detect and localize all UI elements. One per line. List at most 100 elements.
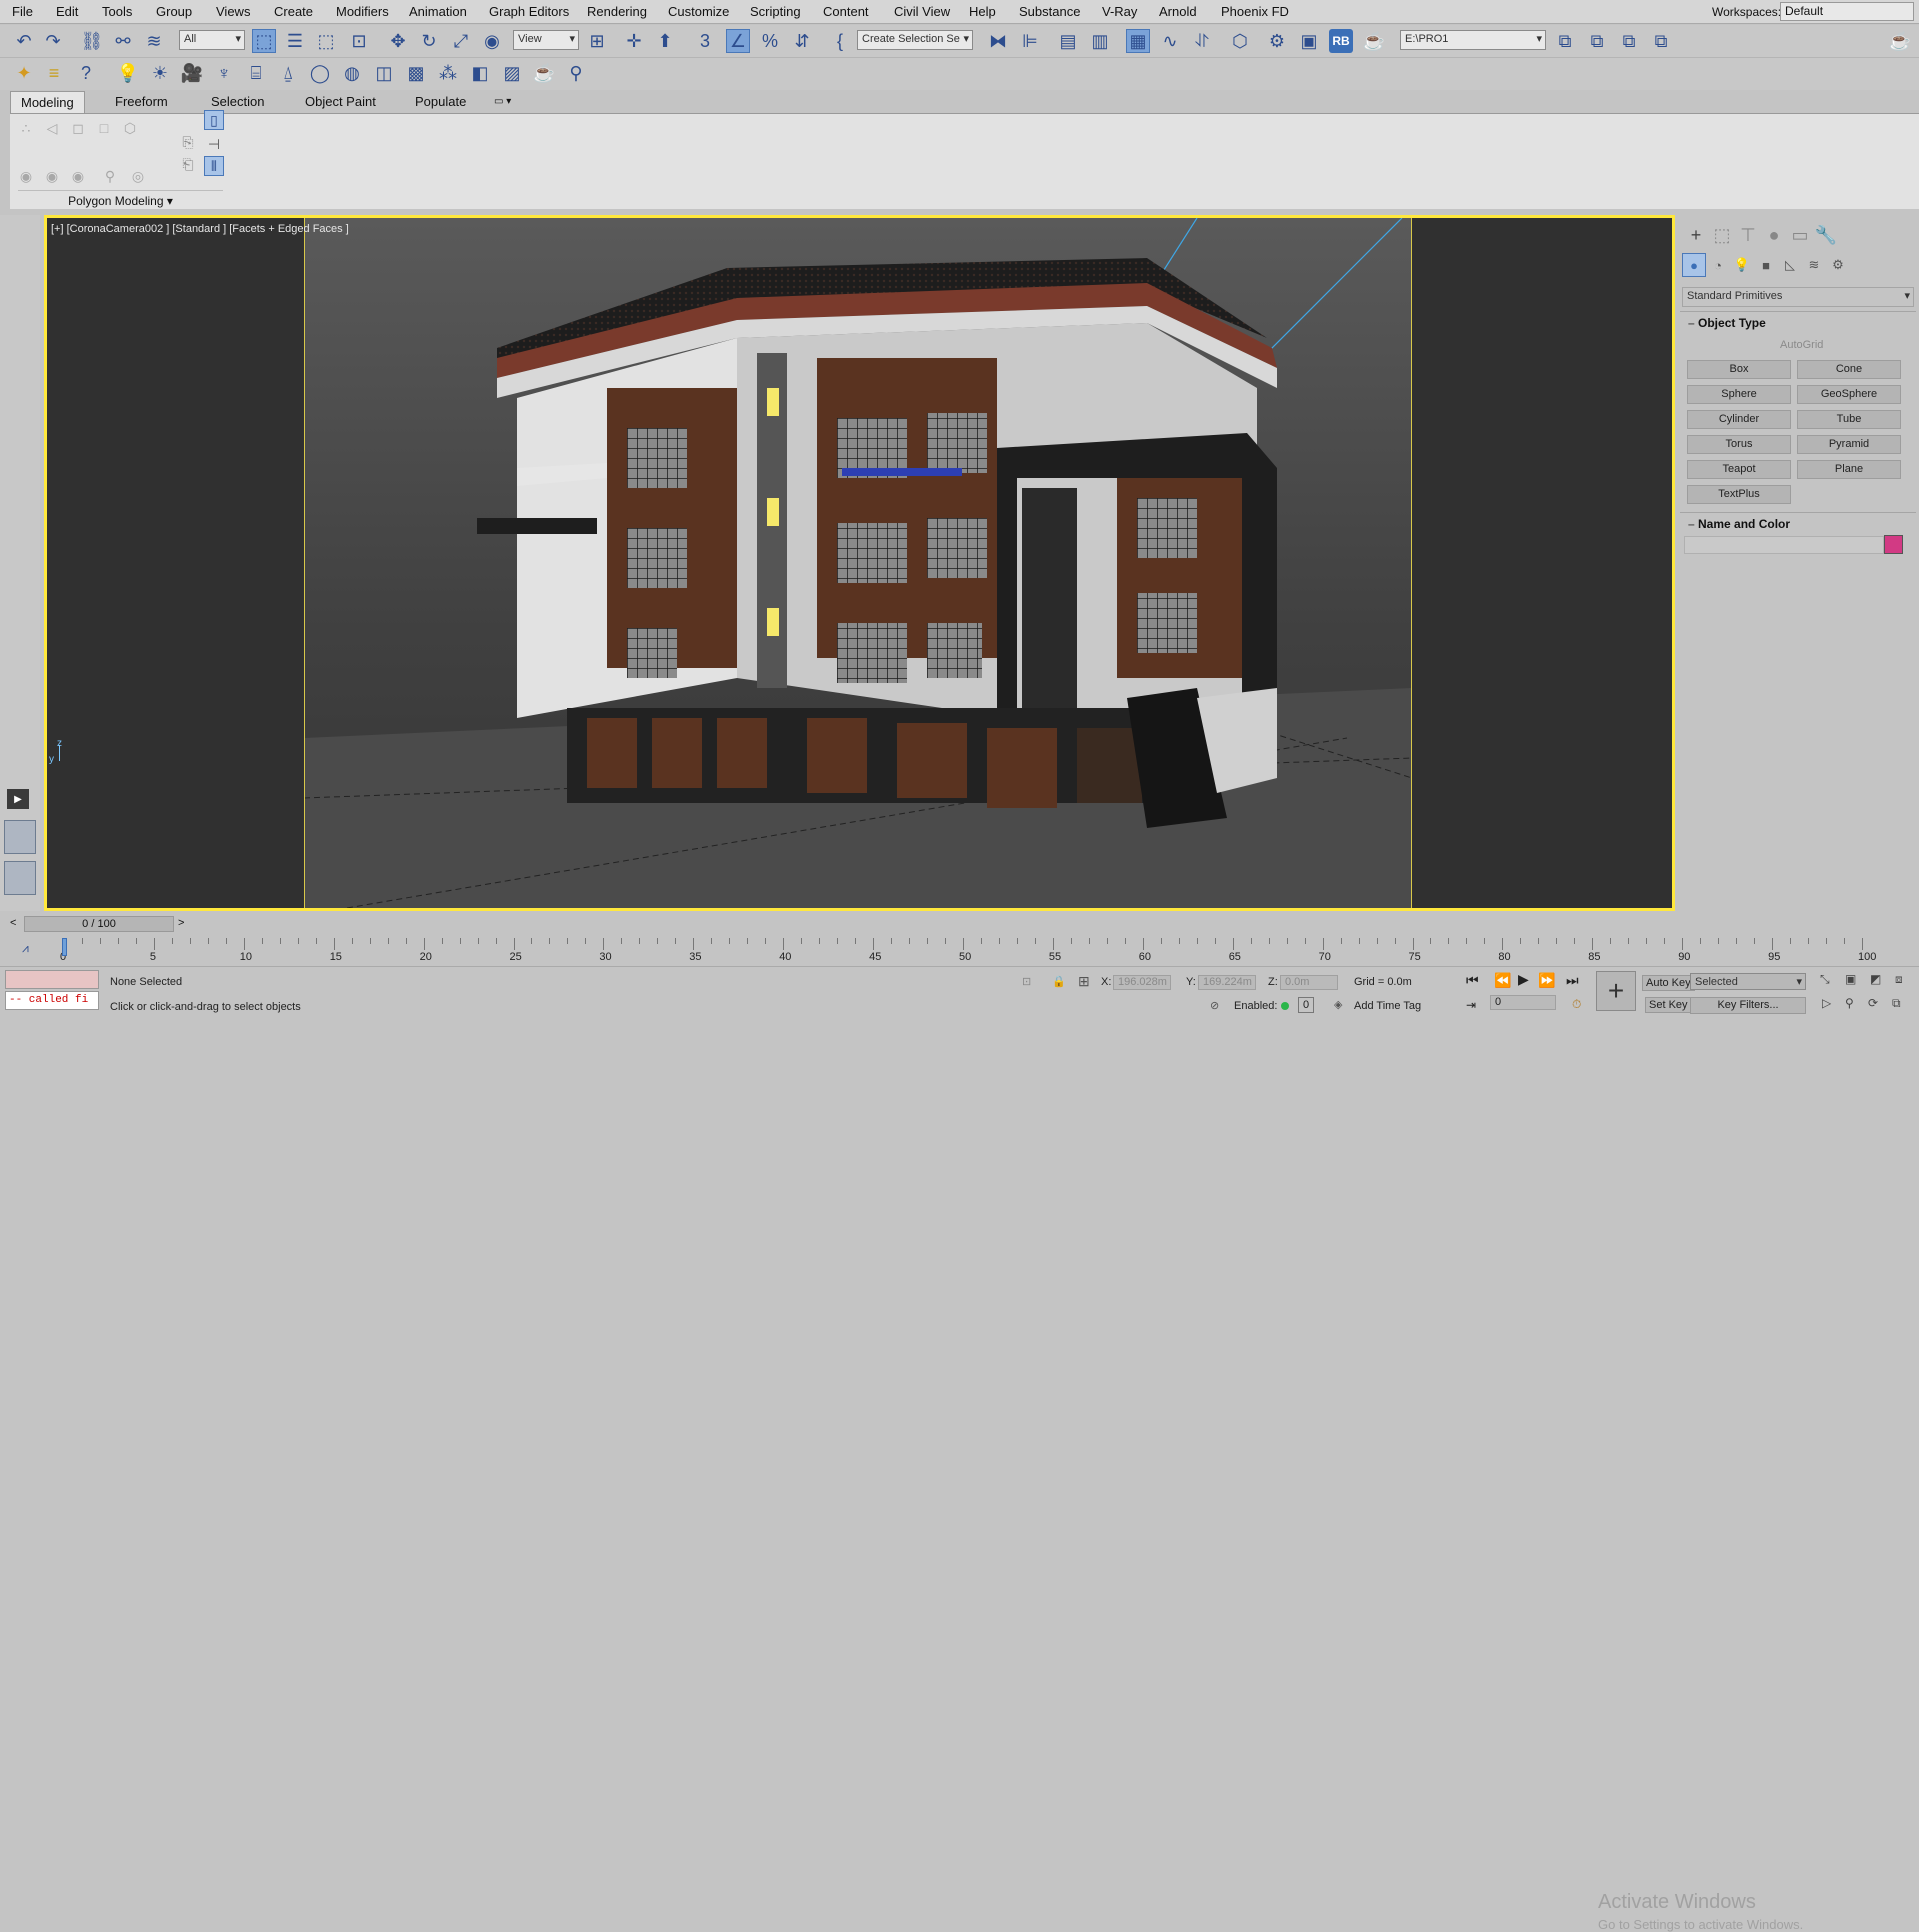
sphere-button[interactable]: Sphere [1687, 385, 1791, 404]
vertex-icon[interactable]: ∴ [16, 118, 36, 138]
key-mode-select[interactable]: Selected [1690, 973, 1806, 990]
toggle-ribbon-icon[interactable]: ▦ [1126, 29, 1150, 53]
menu-substance[interactable]: Substance [1019, 4, 1080, 19]
modify-icon-5[interactable]: ◎ [128, 166, 148, 186]
previous-frame-icon[interactable]: ⏪ [1494, 972, 1511, 989]
vray-lightbulb-icon[interactable]: ⚲ [564, 61, 588, 85]
time-configuration-icon[interactable]: ⏱ [1572, 997, 1581, 1012]
menu-content[interactable]: Content [823, 4, 869, 19]
time-slider[interactable]: < 0 / 100 > [10, 914, 1919, 934]
layout-quad-icon[interactable] [4, 861, 36, 895]
ribbon-options-dropdown[interactable]: ▭ ▾ [484, 91, 521, 113]
helpers-icon[interactable]: ◺ [1778, 253, 1802, 277]
menu-phoenix-fd[interactable]: Phoenix FD [1221, 4, 1289, 19]
vray-clipper-icon[interactable]: ◧ [468, 61, 492, 85]
menu-arnold[interactable]: Arnold [1159, 4, 1197, 19]
display-tab-icon[interactable]: ▭ [1788, 223, 1812, 247]
walk-through-icon[interactable]: ⚲ [1845, 996, 1854, 1010]
menu-edit[interactable]: Edit [56, 4, 78, 19]
vray-sphere-icon[interactable]: ◯ [308, 61, 332, 85]
polygon-modeling-panel-label[interactable]: Polygon Modeling ▾ [18, 190, 223, 210]
maxscript-listener-top[interactable] [5, 970, 99, 989]
curve-editor-icon[interactable]: ∿ [1158, 29, 1182, 53]
container-icon-3[interactable]: ⧉ [1617, 29, 1641, 53]
modify-tab-icon[interactable]: ⬚ [1710, 223, 1734, 247]
auto-key-button[interactable]: Auto Key [1642, 975, 1695, 991]
rendered-frame-window-icon[interactable]: ▣ [1297, 29, 1321, 53]
viewport[interactable]: [+] [CoronaCamera002 ] [Standard ] [Face… [44, 215, 1675, 911]
vray-camera-icon[interactable]: 🎥 [180, 61, 204, 85]
utilities-tab-icon[interactable]: 🔧 [1814, 223, 1838, 247]
container-icon-1[interactable]: ⧉ [1553, 29, 1577, 53]
name-and-color-rollout[interactable]: Name and Color [1688, 517, 1790, 531]
pivot-center-icon[interactable]: ⊞ [585, 29, 609, 53]
snaps-toggle-icon[interactable]: 3 [693, 29, 717, 53]
vray-enmesh-icon[interactable]: ▨ [500, 61, 524, 85]
list-icon[interactable]: ≡ [42, 61, 66, 85]
object-name-field[interactable] [1684, 536, 1884, 554]
time-slider-next-icon[interactable]: > [178, 917, 184, 929]
layout-single-icon[interactable] [4, 820, 36, 854]
tab-freeform[interactable]: Freeform [105, 91, 178, 113]
tube-button[interactable]: Tube [1797, 410, 1901, 429]
menu-group[interactable]: Group [156, 4, 192, 19]
modify-icon-3[interactable]: ◉ [68, 166, 88, 186]
zoom-extents-icon[interactable]: ⤡ [1820, 972, 1830, 987]
autogrid-label[interactable]: AutoGrid [1780, 339, 1823, 351]
frame-counter[interactable]: 0 / 100 [24, 916, 174, 932]
keyboard-shortcut-icon[interactable]: ⬆ [653, 29, 677, 53]
plane-button[interactable]: Plane [1797, 460, 1901, 479]
tab-modeling[interactable]: Modeling [10, 91, 85, 113]
vray-mesh-icon[interactable]: ▩ [404, 61, 428, 85]
container-icon-2[interactable]: ⧉ [1585, 29, 1609, 53]
time-cursor[interactable] [62, 938, 67, 956]
textplus-button[interactable]: TextPlus [1687, 485, 1791, 504]
isolate-icon[interactable]: ⊡ [1022, 975, 1031, 988]
align-icon[interactable]: ⊫ [1018, 29, 1042, 53]
go-to-start-icon[interactable]: ⏮ [1466, 972, 1479, 989]
vray-proxy-icon[interactable]: ⌸ [244, 61, 268, 85]
bind-spacewarp-icon[interactable]: ≋ [142, 29, 166, 53]
lights-category-icon[interactable]: 💡 [1730, 253, 1754, 277]
menu-tools[interactable]: Tools [102, 4, 132, 19]
menu-vray[interactable]: V-Ray [1102, 4, 1137, 19]
maxscript-listener-output[interactable]: -- called fi [5, 991, 99, 1010]
spinner-snap-icon[interactable]: ⇵ [790, 29, 814, 53]
link-icon[interactable]: ⛓ [80, 29, 104, 53]
viewport-label[interactable]: [+] [CoronaCamera002 ] [Standard ] [Face… [51, 223, 349, 235]
adaptive-degradation-icon[interactable]: ⊘ [1210, 999, 1219, 1012]
border-icon[interactable]: ◻ [68, 118, 88, 138]
menu-customize[interactable]: Customize [668, 4, 729, 19]
mini-curve-editor-icon[interactable]: ⩘ [22, 941, 29, 956]
edge-icon[interactable]: ◁ [42, 118, 62, 138]
lights-icon[interactable]: ✦ [12, 61, 36, 85]
time-slider-prev-icon[interactable]: < [10, 917, 16, 929]
schematic-view-icon[interactable]: ⥯ [1190, 29, 1214, 53]
placement-icon[interactable]: ◉ [480, 29, 504, 53]
menu-rendering[interactable]: Rendering [587, 4, 647, 19]
help-icon[interactable]: ? [74, 61, 98, 85]
maximize-toggle-icon[interactable]: ⧉ [1892, 996, 1901, 1011]
create-tab-icon[interactable]: + [1684, 223, 1708, 247]
modify-icon-4[interactable]: ⚲ [100, 166, 120, 186]
element-icon[interactable]: ⬡ [120, 118, 140, 138]
z-coordinate-field[interactable]: 0.0m [1280, 975, 1338, 990]
menu-file[interactable]: File [12, 4, 33, 19]
collapse-icon[interactable]: ⎗ [178, 154, 198, 174]
stack-icon[interactable]: ⎘ [178, 132, 198, 152]
teapot-shortcut-icon[interactable]: ☕ [1888, 29, 1912, 53]
object-type-rollout[interactable]: Object Type [1688, 316, 1766, 330]
move-icon[interactable]: ✥ [386, 29, 410, 53]
show-end-result-icon[interactable]: ▯ [204, 110, 224, 130]
orbit-icon[interactable]: ⟳ [1868, 996, 1878, 1010]
enabled-count[interactable]: 0 [1298, 997, 1314, 1013]
menu-help[interactable]: Help [969, 4, 996, 19]
go-to-end-icon[interactable]: ⏭ [1566, 972, 1579, 989]
vray-plane-icon[interactable]: ⍙ [276, 61, 300, 85]
pan-view-icon[interactable]: ▷ [1822, 996, 1831, 1010]
tab-object-paint[interactable]: Object Paint [295, 91, 386, 113]
vray-light-icon[interactable]: 💡 [116, 61, 140, 85]
hierarchy-tab-icon[interactable]: ⊤ [1736, 223, 1760, 247]
next-frame-icon[interactable]: ⏩ [1538, 972, 1555, 989]
expand-arrow-icon[interactable]: ▶ [7, 789, 29, 809]
